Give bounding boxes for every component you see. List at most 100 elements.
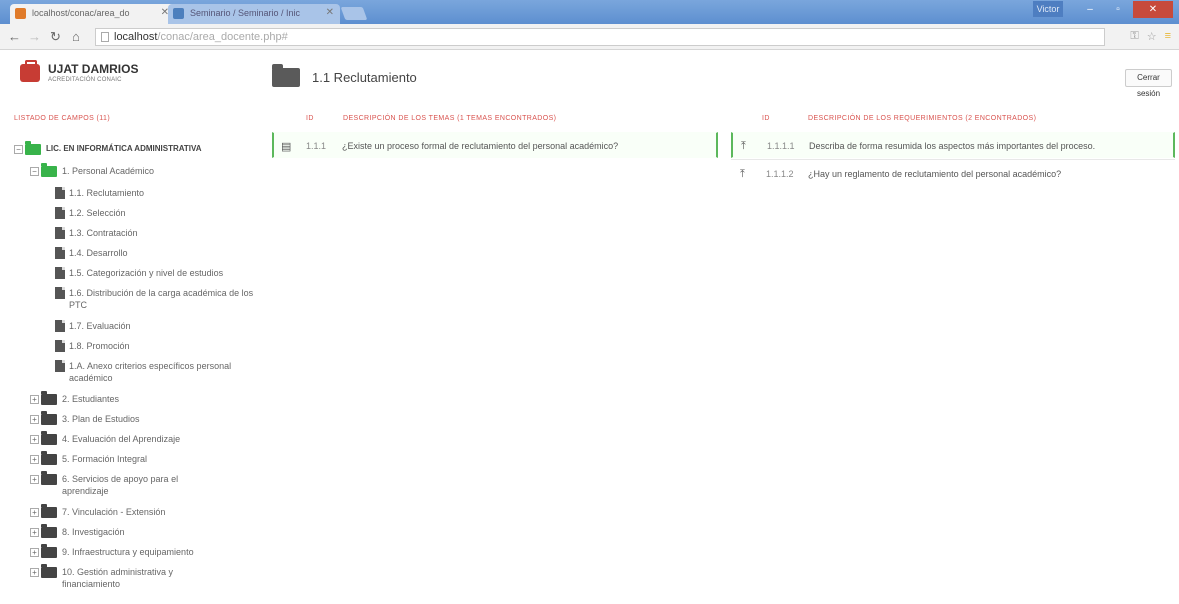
collapse-icon[interactable]: −: [14, 145, 23, 154]
topic-id: 1.1.1: [306, 141, 327, 151]
file-icon: [55, 207, 65, 219]
topic-row[interactable]: ▤ 1.1.1 ¿Existe un proceso formal de rec…: [272, 132, 718, 158]
expand-icon[interactable]: +: [30, 528, 39, 537]
page-title: 1.1 Reclutamiento: [312, 70, 417, 85]
window-controls: Victor – ▫ ✕: [1033, 1, 1173, 18]
maximize-icon[interactable]: ▫: [1105, 1, 1131, 18]
expand-icon[interactable]: +: [30, 548, 39, 557]
requirement-row[interactable]: ⤒ 1.1.1.2 ¿Hay un reglamento de reclutam…: [731, 160, 1175, 186]
tree-item-anexo[interactable]: 1.A. Anexo criterios específicos persona…: [55, 360, 240, 384]
folder-icon: [41, 471, 57, 485]
folder-icon: [272, 64, 300, 87]
key-icon[interactable]: ⚿: [1130, 30, 1138, 43]
tree-item-label: 1.A. Anexo criterios específicos persona…: [69, 361, 232, 383]
tree-category-label: 1. Personal Académico: [62, 166, 155, 176]
tree-item-contratacion[interactable]: 1.3. Contratación: [55, 227, 255, 239]
expand-icon[interactable]: +: [30, 395, 39, 404]
bookmark-star-icon[interactable]: ☆: [1147, 30, 1157, 43]
expand-icon[interactable]: +: [30, 475, 39, 484]
logout-button[interactable]: Cerrar sesión: [1125, 69, 1172, 98]
tree-category-5[interactable]: + 5. Formación Integral: [30, 451, 148, 465]
topic-text: ¿Existe un proceso formal de reclutamien…: [342, 141, 619, 151]
tree-item-reclutamiento[interactable]: 1.1. Reclutamiento: [55, 187, 255, 199]
folder-icon: [41, 391, 57, 405]
expand-icon[interactable]: +: [30, 415, 39, 424]
tree-root-label: LIC. EN INFORMÁTICA ADMINISTRATIVA: [46, 144, 202, 153]
requirement-text: ¿Hay un reglamento de reclutamiento del …: [808, 169, 1062, 179]
requirement-id: 1.1.1.2: [766, 169, 794, 179]
tab-title: localhost/conac/area_do: [32, 8, 130, 18]
tree-category-3[interactable]: + 3. Plan de Estudios: [30, 411, 140, 425]
page-icon: [101, 32, 109, 42]
home-icon[interactable]: ⌂: [72, 29, 80, 44]
expand-icon[interactable]: +: [30, 455, 39, 464]
browser-tab-inactive[interactable]: Seminario / Seminario / Inic ✕: [168, 4, 340, 24]
tree-category-9[interactable]: + 9. Infraestructura y equipamiento: [30, 544, 194, 558]
tree-category-label: 2. Estudiantes: [62, 394, 120, 404]
tree-category-8[interactable]: + 8. Investigación: [30, 524, 125, 538]
extension-icons: ⚿ ☆ ≡: [1130, 30, 1171, 43]
tree-item-label: 1.3. Contratación: [69, 228, 138, 238]
reload-icon[interactable]: ↻: [50, 29, 61, 45]
expand-icon[interactable]: +: [30, 508, 39, 517]
folder-icon: [41, 524, 57, 538]
tree-category-1[interactable]: − 1. Personal Académico: [30, 163, 155, 177]
tree-root[interactable]: − LIC. EN INFORMÁTICA ADMINISTRATIVA: [14, 141, 202, 155]
forward-arrow-icon[interactable]: →: [28, 29, 41, 44]
folder-open-icon: [25, 141, 41, 155]
browser-tab-active[interactable]: localhost/conac/area_do ✕: [10, 4, 175, 24]
requirement-row[interactable]: ⤒ 1.1.1.1 Describa de forma resumida los…: [731, 132, 1175, 158]
collapse-icon[interactable]: −: [30, 167, 39, 176]
upload-icon[interactable]: ⤒: [741, 140, 746, 153]
sidebar-header: LISTADO DE CAMPOS (11): [14, 115, 111, 122]
requirement-text: Describa de forma resumida los aspectos …: [809, 141, 1096, 151]
app-title: UJAT DAMRIOS: [48, 62, 139, 76]
tree-category-label: 3. Plan de Estudios: [62, 414, 140, 424]
tree-category-label: 4. Evaluación del Aprendizaje: [62, 434, 181, 444]
tree-item-categorizacion[interactable]: 1.5. Categorización y nivel de estudios: [55, 267, 260, 279]
browser-user-badge[interactable]: Victor: [1033, 1, 1063, 17]
address-bar[interactable]: localhost/conac/area_docente.php#: [95, 28, 1105, 46]
tree-item-seleccion[interactable]: 1.2. Selección: [55, 207, 255, 219]
requirements-col-desc: DESCRIPCIÓN DE LOS REQUERIMIENTOS (2 ENC…: [808, 115, 1037, 122]
topics-col-desc: DESCRIPCIÓN DE LOS TEMAS (1 TEMAS ENCONT…: [343, 115, 557, 122]
tree-item-label: 1.5. Categorización y nivel de estudios: [69, 268, 224, 278]
expand-icon[interactable]: +: [30, 435, 39, 444]
document-icon[interactable]: ▤: [281, 140, 291, 153]
url-path: /conac/area_docente.php#: [157, 31, 288, 43]
tree-category-7[interactable]: + 7. Vinculación - Extensión: [30, 504, 165, 518]
tab-close-icon[interactable]: ✕: [326, 4, 334, 22]
file-icon: [55, 360, 65, 372]
upload-icon[interactable]: ⤒: [740, 168, 745, 181]
file-icon: [55, 287, 65, 299]
tree-category-label: 8. Investigación: [62, 527, 125, 537]
folder-icon: [41, 564, 57, 578]
tree-category-2[interactable]: + 2. Estudiantes: [30, 391, 120, 405]
tree-item-label: 1.8. Promoción: [69, 341, 130, 351]
tree-category-label: 6. Servicios de apoyo para el aprendizaj…: [62, 474, 179, 496]
expand-icon[interactable]: +: [30, 568, 39, 577]
window-close-icon[interactable]: ✕: [1133, 1, 1173, 18]
tree-item-distribucion[interactable]: 1.6. Distribución de la carga académica …: [55, 287, 260, 311]
tab-title: Seminario / Seminario / Inic: [190, 8, 301, 18]
tree-item-evaluacion[interactable]: 1.7. Evaluación: [55, 320, 255, 332]
tree-item-promocion[interactable]: 1.8. Promoción: [55, 340, 255, 352]
back-arrow-icon[interactable]: ←: [8, 29, 21, 44]
browser-toolbar: ← → ↻ ⌂ localhost/conac/area_docente.php…: [0, 24, 1179, 50]
menu-icon[interactable]: ≡: [1165, 30, 1171, 43]
tree-item-desarrollo[interactable]: 1.4. Desarrollo: [55, 247, 255, 259]
minimize-icon[interactable]: –: [1077, 1, 1103, 18]
tree-item-label: 1.6. Distribución de la carga académica …: [69, 288, 254, 310]
file-icon: [55, 320, 65, 332]
tree-category-label: 10. Gestión administrativa y financiamie…: [62, 567, 174, 589]
tree-category-10[interactable]: + 10. Gestión administrativa y financiam…: [30, 564, 220, 590]
topics-col-id: ID: [306, 115, 314, 122]
tree-category-6[interactable]: + 6. Servicios de apoyo para el aprendiz…: [30, 471, 215, 497]
folder-icon: [41, 431, 57, 445]
file-icon: [55, 187, 65, 199]
briefcase-icon: [20, 60, 40, 82]
tree-item-label: 1.4. Desarrollo: [69, 248, 128, 258]
tree-category-label: 5. Formación Integral: [62, 454, 148, 464]
new-tab-button[interactable]: [340, 7, 368, 20]
tree-category-4[interactable]: + 4. Evaluación del Aprendizaje: [30, 431, 181, 445]
